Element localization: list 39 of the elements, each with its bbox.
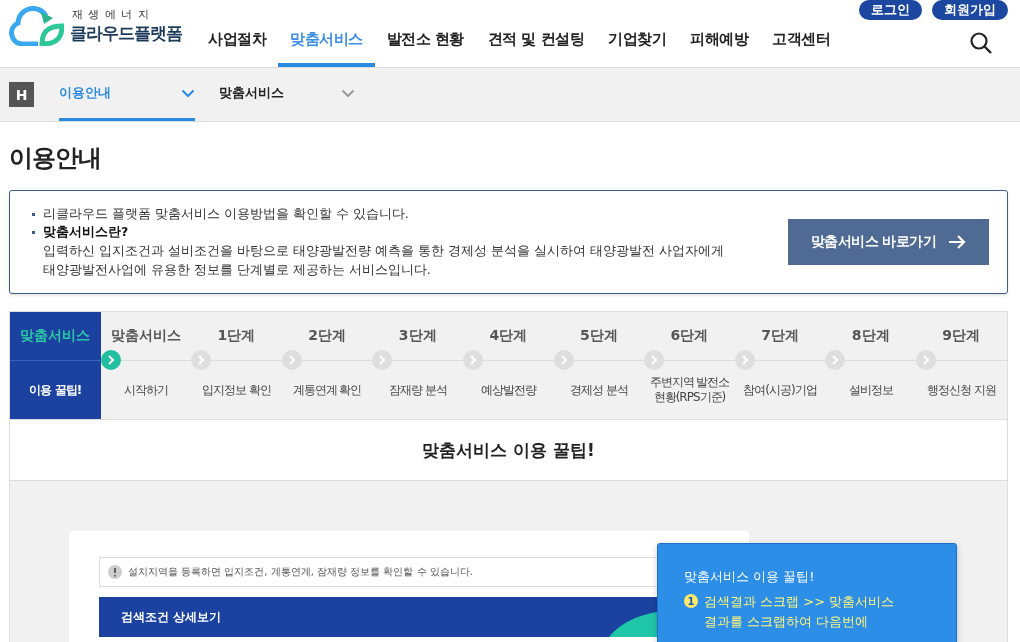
step-chevron-icon: [825, 350, 846, 370]
service-description: 입력하신 입지조건과 설비조건을 바탕으로 태양광발전량 예측을 통한 경제성 분석을 실시하여 태양광발전 사업자에게 태양광발전사업에 유용한 정보를 단계별로 제공하는 서비스입니다.: [43, 242, 725, 279]
shortcut-button[interactable]: 맞춤서비스 바로가기: [788, 219, 989, 265]
logo-name: 클라우드플랫폼: [70, 22, 182, 45]
info-bullet: 맞춤서비스란?: [43, 223, 129, 241]
tip-text: 검색결과 스크랩 >> 맞춤서비스 결과를 스크랩하여 다음번에: [704, 593, 896, 631]
home-button[interactable]: H: [9, 82, 34, 107]
step-chevron-icon: [644, 350, 665, 370]
cloud-leaf-logo-icon: [8, 6, 64, 46]
logo-tagline: 재 생 에 너 지: [71, 7, 151, 22]
tip-title: 맞춤서비스 이용 꿀팁!: [684, 568, 816, 586]
nav-tab[interactable]: 사업절차: [196, 30, 278, 67]
search-icon[interactable]: [969, 31, 993, 55]
auth-button[interactable]: 로그인: [859, 0, 922, 20]
step-tab[interactable]: 맞춤서비스 이용 꿀팁!: [10, 312, 101, 419]
step-chevron-icon: [281, 350, 302, 370]
nav-tab[interactable]: 견적 및 컨설팅: [475, 30, 597, 67]
step-chevron-icon: [463, 350, 483, 370]
arrow-right-icon: [948, 235, 967, 249]
breadcrumb-dropdown[interactable]: 맞춤서비스: [219, 68, 355, 121]
number-badge: 1: [684, 594, 698, 608]
step-chevron-icon: [916, 350, 936, 370]
panel-title: 검색조건 상세보기: [121, 608, 222, 626]
chevron-down-icon: [341, 88, 355, 98]
alert-icon: [108, 565, 122, 579]
step-chevron-icon: [734, 350, 755, 370]
nav-tab[interactable]: 고객센터: [760, 30, 843, 67]
step-chevron-icon: [191, 350, 212, 370]
page-title: 이용안내: [9, 143, 102, 174]
auth-button[interactable]: 회원가입: [932, 0, 1008, 20]
info-bullet: 리클라우드 플랫폼 맞춤서비스 이용방법을 확인할 수 있습니다.: [43, 205, 409, 223]
nav-tab[interactable]: 피해예방: [678, 30, 761, 67]
step-chevron-icon: [372, 350, 393, 370]
nav-tab[interactable]: 기업찾기: [596, 30, 679, 67]
notice-text: 설치지역을 등록하면 입지조건, 계통연계, 잠재량 정보를 확인할 수 있습니다.: [128, 565, 473, 579]
step-chevron-icon: [553, 350, 574, 370]
nav-tab[interactable]: 발전소 현황: [374, 30, 476, 67]
chevron-down-icon: [181, 88, 195, 98]
step-chevron-icon: [100, 350, 121, 370]
